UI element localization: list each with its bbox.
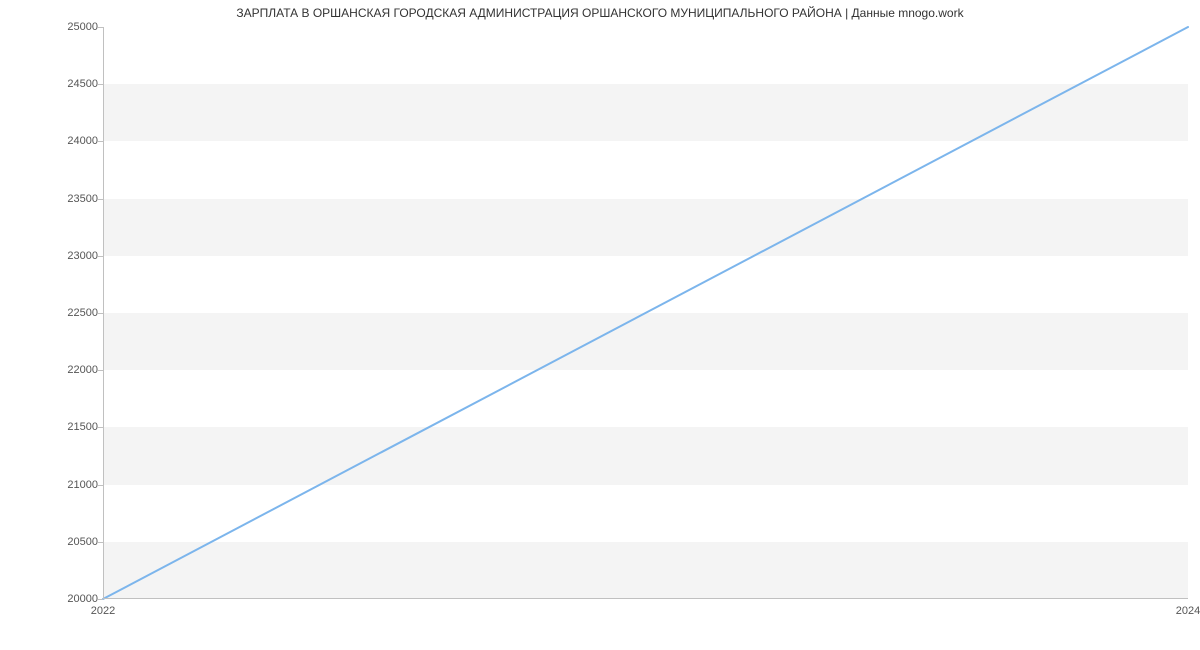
x-tick-label: 2024 <box>1176 605 1200 617</box>
y-tick-label: 21500 <box>38 421 98 433</box>
y-tick-mark <box>98 599 103 600</box>
y-tick-mark <box>98 370 103 371</box>
y-tick-mark <box>98 313 103 314</box>
y-tick-mark <box>98 427 103 428</box>
y-tick-label: 23000 <box>38 250 98 262</box>
y-tick-label: 25000 <box>38 21 98 33</box>
y-tick-mark <box>98 84 103 85</box>
y-tick-mark <box>98 199 103 200</box>
plot-area <box>103 27 1188 599</box>
chart-title: ЗАРПЛАТА В ОРШАНСКАЯ ГОРОДСКАЯ АДМИНИСТР… <box>0 6 1200 20</box>
y-tick-label: 20000 <box>38 593 98 605</box>
y-tick-label: 24000 <box>38 135 98 147</box>
y-tick-label: 23500 <box>38 193 98 205</box>
y-axis-line <box>103 27 104 599</box>
y-tick-label: 24500 <box>38 78 98 90</box>
y-tick-label: 20500 <box>38 536 98 548</box>
x-tick-label: 2022 <box>91 605 115 617</box>
y-tick-label: 22500 <box>38 307 98 319</box>
y-tick-mark <box>98 542 103 543</box>
series-polyline <box>103 27 1188 599</box>
y-tick-label: 21000 <box>38 479 98 491</box>
y-tick-mark <box>98 256 103 257</box>
y-tick-label: 22000 <box>38 364 98 376</box>
y-tick-mark <box>98 485 103 486</box>
y-tick-mark <box>98 141 103 142</box>
y-tick-mark <box>98 27 103 28</box>
line-series <box>103 27 1188 599</box>
chart-container: ЗАРПЛАТА В ОРШАНСКАЯ ГОРОДСКАЯ АДМИНИСТР… <box>0 0 1200 650</box>
x-axis-line <box>103 598 1188 599</box>
